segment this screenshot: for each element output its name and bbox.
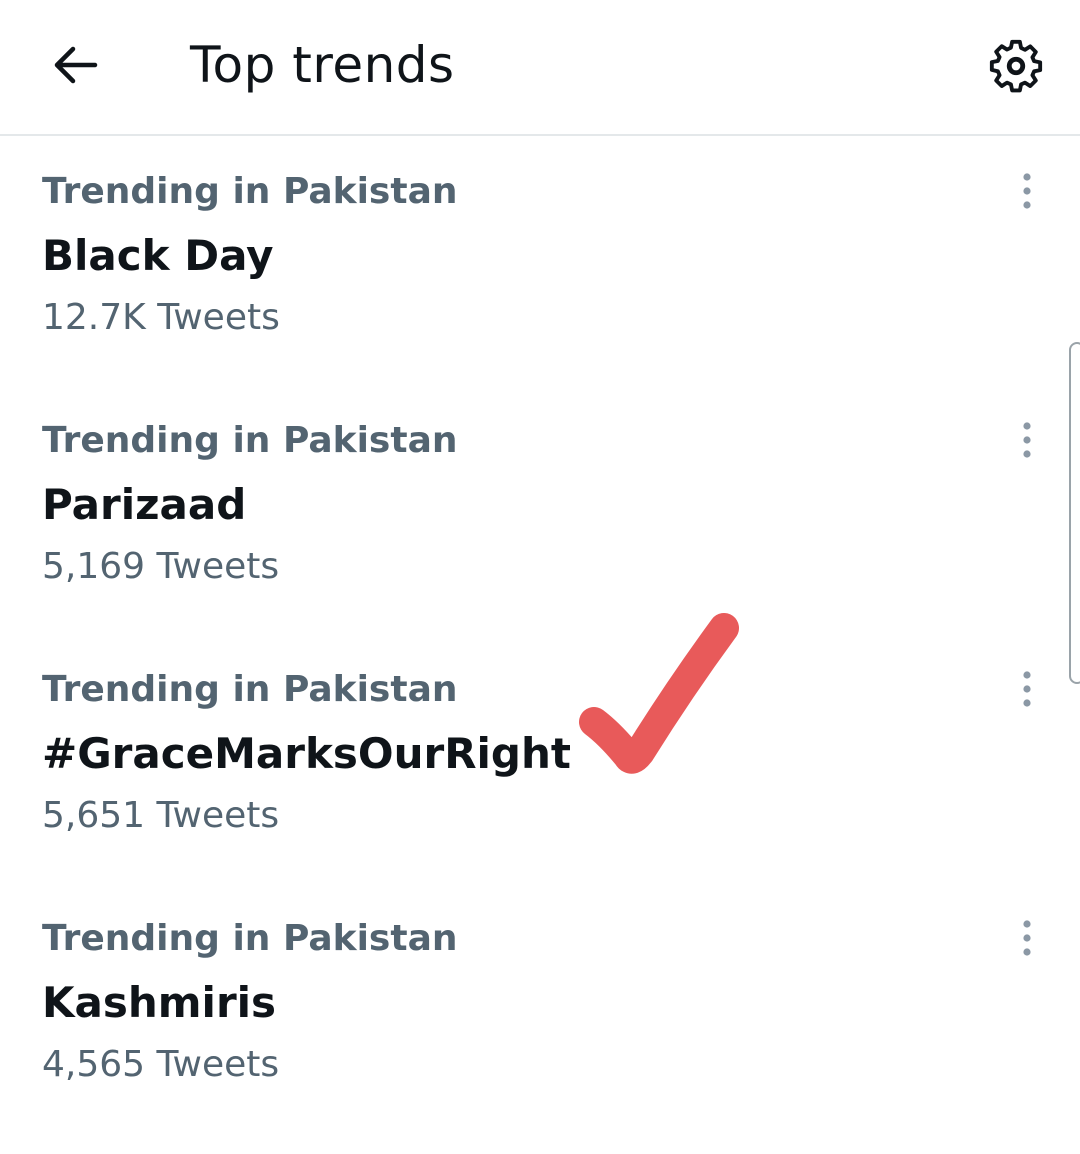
trend-context: Trending in Pakistan	[42, 171, 458, 212]
arrow-left-icon	[54, 46, 98, 84]
top-bar: Top trends	[0, 0, 1080, 136]
trend-name: #GraceMarksOurRight	[42, 729, 571, 778]
more-options-button[interactable]	[1004, 664, 1050, 714]
trend-name: Parizaad	[42, 480, 247, 529]
gear-icon	[989, 39, 1043, 93]
settings-button[interactable]	[978, 28, 1054, 104]
more-vertical-icon	[1023, 422, 1031, 458]
trend-item[interactable]: Trending in Pakistan Kashmiris 4,565 Twe…	[0, 917, 1066, 1147]
page-title: Top trends	[190, 36, 455, 94]
trend-tweet-count: 12.7K Tweets	[42, 297, 280, 338]
scrollbar[interactable]	[1069, 342, 1080, 684]
trend-tweet-count: 4,565 Tweets	[42, 1044, 280, 1085]
back-button[interactable]	[40, 30, 110, 100]
trend-context: Trending in Pakistan	[42, 669, 458, 710]
trend-context: Trending in Pakistan	[42, 918, 458, 959]
more-options-button[interactable]	[1004, 166, 1050, 216]
trend-name: Kashmiris	[42, 978, 277, 1027]
trend-context: Trending in Pakistan	[42, 420, 458, 461]
trend-tweet-count: 5,651 Tweets	[42, 795, 280, 836]
more-options-button[interactable]	[1004, 913, 1050, 963]
more-vertical-icon	[1023, 671, 1031, 707]
trend-item[interactable]: Trending in Pakistan #GraceMarksOurRight…	[0, 668, 1066, 898]
trend-item[interactable]: Trending in Pakistan Black Day 12.7K Twe…	[0, 170, 1066, 400]
trend-tweet-count: 5,169 Tweets	[42, 546, 280, 587]
more-vertical-icon	[1023, 920, 1031, 956]
more-vertical-icon	[1023, 173, 1031, 209]
trend-name: Black Day	[42, 231, 274, 280]
more-options-button[interactable]	[1004, 415, 1050, 465]
trend-item[interactable]: Trending in Pakistan Parizaad 5,169 Twee…	[0, 419, 1066, 649]
